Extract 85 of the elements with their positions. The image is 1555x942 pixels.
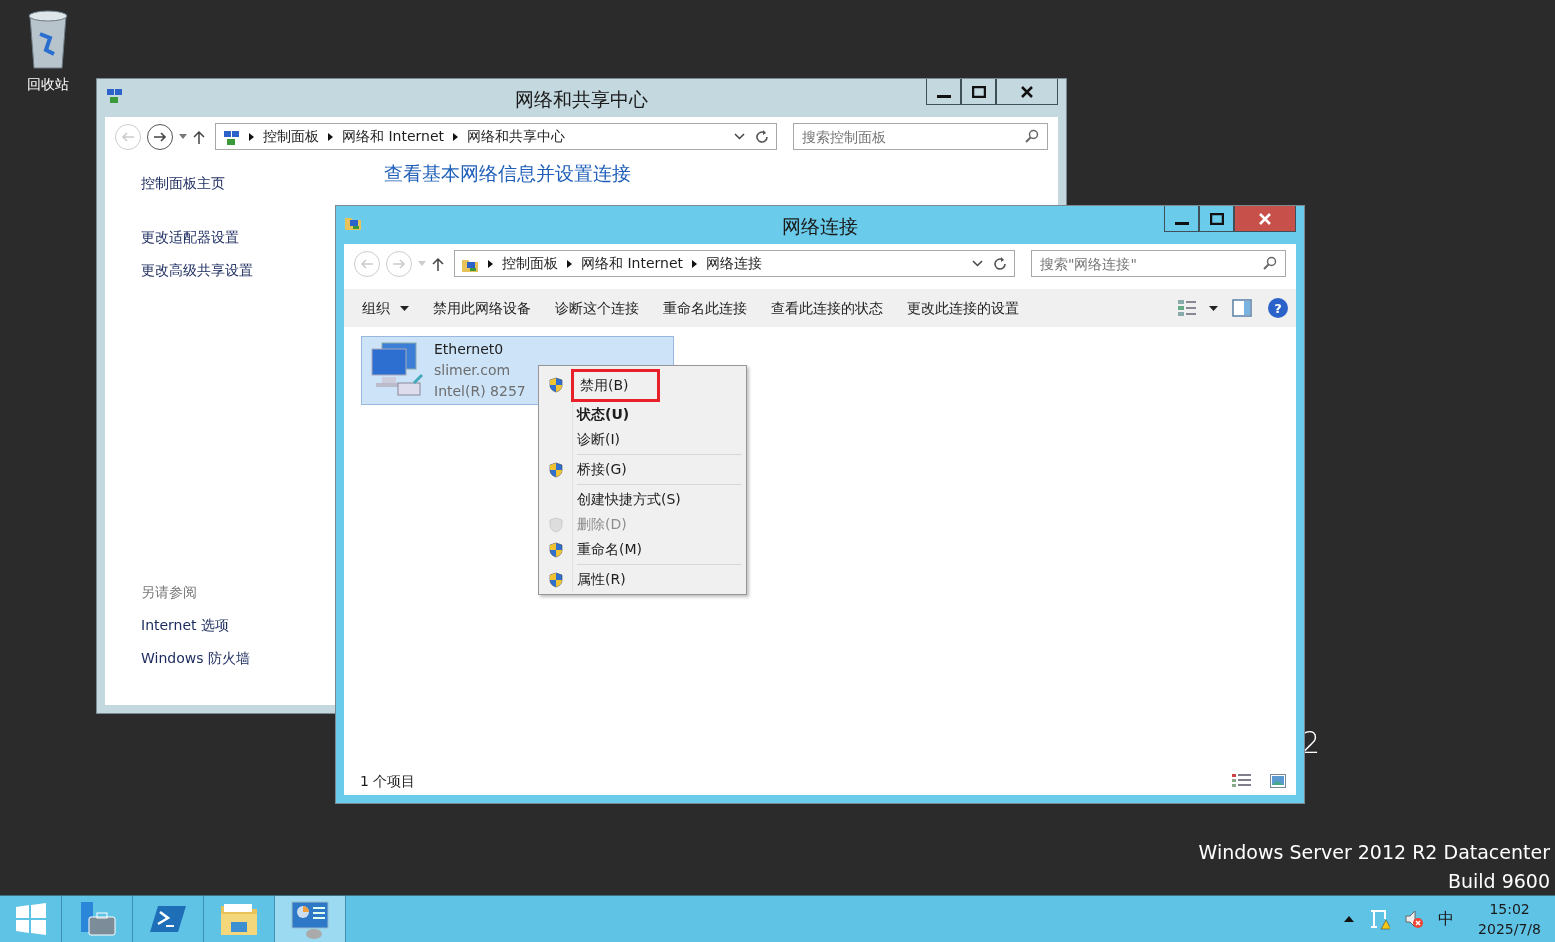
help-button[interactable]: ?	[1268, 298, 1288, 318]
window-title: 网络连接	[781, 214, 859, 239]
chevron-icon	[692, 259, 698, 268]
toolbar-button[interactable]: 重命名此连接	[655, 293, 755, 323]
section-heading: 另请参阅	[141, 583, 197, 602]
large-icons-view-icon[interactable]	[1270, 774, 1286, 788]
sidebar-link[interactable]: Internet 选项	[141, 615, 230, 636]
speaker-muted-icon[interactable]	[1404, 909, 1425, 929]
menu-item[interactable]: 禁用(B)	[571, 368, 660, 402]
minimize-icon	[936, 94, 951, 98]
edition-text: Windows Server 2012 R2 Datacenter	[1198, 840, 1550, 865]
toolbar-button[interactable]: 查看此连接的状态	[763, 293, 891, 323]
search-icon[interactable]	[1025, 129, 1039, 143]
sidebar-link[interactable]: 更改适配器设置	[141, 227, 239, 248]
dropdown-icon[interactable]	[734, 133, 745, 140]
location-icon	[222, 128, 240, 145]
toolbar-button[interactable]: 更改此连接的设置	[899, 293, 1027, 323]
chevron-icon	[328, 132, 333, 141]
adapter-network: slimer.com	[434, 361, 512, 380]
menu-item[interactable]: 创建快捷方式(S)	[571, 489, 681, 510]
taskbar-button[interactable]	[275, 896, 346, 942]
preview-pane-icon[interactable]	[1232, 299, 1252, 317]
dropdown-icon[interactable]	[972, 260, 983, 267]
input-method-indicator[interactable]: 中	[1438, 907, 1455, 931]
toolbar-button[interactable]: 禁用此网络设备	[425, 293, 539, 323]
status-text: 1 个项目	[360, 771, 416, 791]
details-view-icon[interactable]	[1232, 773, 1252, 789]
refresh-icon[interactable]	[992, 255, 1008, 272]
minimize-button[interactable]	[1164, 206, 1199, 232]
breadcrumb[interactable]: 控制面板	[502, 253, 558, 274]
show-hidden-icons-icon[interactable]	[1344, 916, 1355, 922]
windows-logo-icon	[13, 902, 48, 936]
page-heading: 查看基本网络信息并设置连接	[384, 161, 631, 186]
menu-item[interactable]: 诊断(I)	[571, 429, 621, 450]
clock[interactable]: 15:02 2025/7/8	[1478, 899, 1541, 939]
toolbar-button[interactable]: 组织	[354, 293, 417, 323]
window-icon	[105, 87, 125, 105]
search-icon[interactable]	[1263, 256, 1277, 270]
sidebar-link[interactable]: 控制面板主页	[141, 173, 225, 194]
window-title: 网络和共享中心	[514, 87, 649, 112]
menu-item[interactable]: 状态(U)	[571, 404, 630, 425]
network-warning-icon[interactable]	[1368, 908, 1391, 930]
maximize-button[interactable]	[961, 79, 996, 105]
sidebar-link[interactable]: 更改高级共享设置	[141, 260, 253, 281]
adapter-name: Ethernet0	[434, 340, 505, 359]
build-text: Build 9600	[1447, 869, 1550, 894]
chevron-icon	[488, 259, 493, 268]
chevron-icon	[567, 259, 572, 268]
desktop-icon-label[interactable]: 回收站	[27, 74, 69, 95]
toolbar-button[interactable]: 诊断这个连接	[547, 293, 647, 323]
maximize-icon	[1209, 212, 1224, 225]
close-icon	[1020, 85, 1034, 98]
sidebar-link[interactable]: Windows 防火墙	[141, 648, 250, 669]
control-panel-icon	[290, 899, 330, 939]
address-bar[interactable]: 控制面板 网络和 Internet 网络连接	[454, 250, 1015, 277]
minimize-icon	[1174, 221, 1189, 225]
caret-icon[interactable]	[1209, 305, 1218, 311]
chevron-icon	[249, 132, 254, 141]
breadcrumb[interactable]: 网络和 Internet	[342, 126, 445, 147]
breadcrumb[interactable]: 网络连接	[706, 253, 763, 274]
up-arrow-icon[interactable]	[432, 256, 444, 271]
up-arrow-icon[interactable]	[193, 129, 205, 144]
forward-arrow-icon	[392, 257, 406, 270]
forward-arrow-icon	[153, 130, 167, 143]
close-icon	[1258, 212, 1272, 225]
address-bar[interactable]: 控制面板 网络和 Internet 网络和共享中心	[215, 123, 777, 150]
menu-item[interactable]: 桥接(G)	[571, 459, 627, 480]
maximize-icon	[971, 85, 986, 98]
back-arrow-icon	[121, 130, 135, 143]
breadcrumb[interactable]: 网络和共享中心	[467, 126, 566, 147]
chevron-icon	[453, 132, 459, 141]
forward-button[interactable]	[147, 123, 173, 150]
adapter-device: Intel(R) 8257	[434, 382, 526, 401]
search-field[interactable]: 搜索控制面板	[793, 123, 1048, 150]
breadcrumb[interactable]: 控制面板	[263, 126, 319, 147]
refresh-icon[interactable]	[754, 128, 770, 145]
view-options-icon[interactable]	[1177, 299, 1197, 317]
close-button[interactable]	[1234, 206, 1296, 232]
close-button[interactable]	[996, 79, 1058, 105]
menu-item[interactable]: 重命名(M)	[571, 539, 642, 560]
search-field[interactable]: 搜索"网络连接"	[1031, 250, 1286, 277]
minimize-button[interactable]	[926, 79, 961, 105]
breadcrumb[interactable]: 网络和 Internet	[581, 253, 684, 274]
menu-item[interactable]: 属性(R)	[571, 569, 626, 590]
back-arrow-icon	[360, 257, 374, 270]
